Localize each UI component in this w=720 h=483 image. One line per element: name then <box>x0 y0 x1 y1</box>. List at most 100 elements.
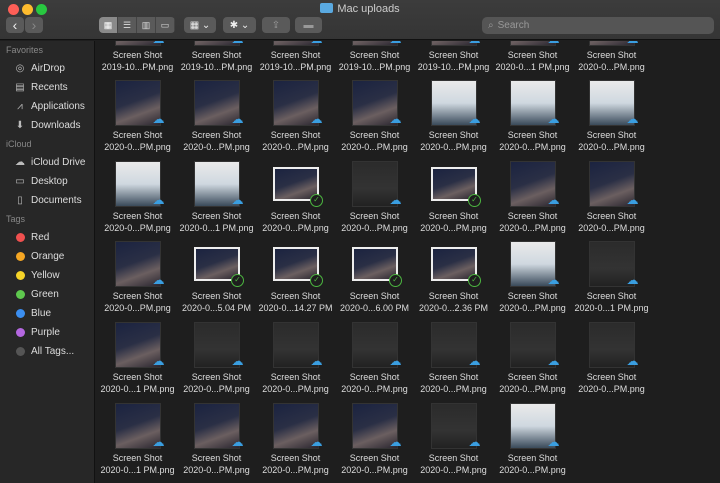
file-item[interactable]: ☁ Screen Shot2020-0...PM.png <box>414 395 493 476</box>
file-item[interactable]: ☁ Screen Shot2020-0...PM.png <box>177 314 256 395</box>
file-name[interactable]: Screen Shot 2020-0...PM.png <box>499 129 566 153</box>
file-item[interactable]: ☁ Screen Shot2019-10...PM.png <box>256 41 335 73</box>
file-name[interactable]: Screen Shot 2020-0...PM.png <box>499 452 566 476</box>
file-name[interactable]: Screen Shot 2019-10...PM.png <box>418 49 490 73</box>
file-item[interactable]: ☁ Screen Shot2020-0...PM.png <box>493 234 572 315</box>
file-item[interactable]: ☁ Screen Shot2020-0...PM.png <box>572 73 651 154</box>
list-view-button[interactable]: ☰ <box>118 17 137 33</box>
file-name[interactable]: Screen Shot 2020-0...1 PM.png <box>495 49 569 73</box>
sidebar-tag-purple[interactable]: Purple <box>0 323 94 342</box>
file-name[interactable]: Screen Shot 2020-0...PM.png <box>420 129 487 153</box>
file-name[interactable]: Screen Shot 2020-0...PM.png <box>420 210 487 234</box>
file-name[interactable]: Screen Shot 2020-0...1 PM.png <box>100 371 174 395</box>
file-item[interactable]: ☁ Screen Shot2020-0...1 PM.png <box>493 41 572 73</box>
sidebar-tag-orange[interactable]: Orange <box>0 247 94 266</box>
file-item[interactable]: ☁ Screen Shot2020-0...PM.png <box>256 314 335 395</box>
file-item[interactable]: ☁ Screen Shot2020-0...PM.png <box>572 314 651 395</box>
file-item[interactable]: ☁ Screen Shot2020-0...PM.png <box>572 41 651 73</box>
file-item[interactable]: ✓ Screen Shot 2020-0...14.27 PM <box>256 234 335 315</box>
file-item[interactable]: ✓ Screen Shot 2020-0...5.04 PM <box>177 234 256 315</box>
file-item[interactable]: ☁ Screen Shot2020-0...1 PM.png <box>177 153 256 234</box>
file-name[interactable]: Screen Shot 2020-0...PM.png <box>420 371 487 395</box>
file-name[interactable]: Screen Shot 2020-0...2.36 PM <box>419 290 488 314</box>
file-name[interactable]: Screen Shot 2020-0...1 PM.png <box>100 452 174 476</box>
file-item[interactable]: ☁ Screen Shot2020-0...PM.png <box>493 314 572 395</box>
file-item[interactable]: ☁ Screen Shot2020-0...1 PM.png <box>98 314 177 395</box>
file-name[interactable]: Screen Shot 2019-10...PM.png <box>339 49 411 73</box>
sidebar-item-applications[interactable]: ⩘ Applications <box>0 97 94 116</box>
file-item[interactable]: ☁ Screen Shot2019-10...PM.png <box>335 41 414 73</box>
file-name[interactable]: Screen Shot 2020-0...PM.png <box>341 371 408 395</box>
file-item[interactable]: ☁ Screen Shot2020-0...PM.png <box>335 395 414 476</box>
file-name[interactable]: Screen Shot 2020-0...1 PM.png <box>574 290 648 314</box>
file-name[interactable]: Screen Shot 2019-10...PM.png <box>260 49 332 73</box>
back-button[interactable]: ‹ <box>6 17 24 33</box>
file-name[interactable]: Screen Shot 2020-0...PM.png <box>183 452 250 476</box>
file-name[interactable]: Screen Shot 2020-0...PM.png <box>262 129 329 153</box>
file-item[interactable]: ☁ Screen Shot2019-10...PM.png <box>177 41 256 73</box>
sidebar-item-airdrop[interactable]: ◎ AirDrop <box>0 59 94 78</box>
sidebar-tag-yellow[interactable]: Yellow <box>0 266 94 285</box>
file-name[interactable]: Screen Shot 2020-0...PM.png <box>578 210 645 234</box>
file-name[interactable]: Screen Shot 2020-0...PM.png <box>262 371 329 395</box>
sidebar-item-documents[interactable]: ▯ Documents <box>0 191 94 210</box>
sidebar-tag-red[interactable]: Red <box>0 228 94 247</box>
file-item[interactable]: ✓ Screen Shot 2020-0...PM.png <box>256 153 335 234</box>
sidebar-tag-green[interactable]: Green <box>0 285 94 304</box>
file-item[interactable]: ✓ Screen Shot 2020-0...PM.png <box>414 153 493 234</box>
file-name[interactable]: Screen Shot 2020-0...PM.png <box>262 452 329 476</box>
file-item[interactable]: ☁ Screen Shot2020-0...PM.png <box>414 314 493 395</box>
sidebar-item-icloud-drive[interactable]: ☁ iCloud Drive <box>0 153 94 172</box>
group-button[interactable]: ▦ ⌄ <box>184 17 216 33</box>
file-item[interactable]: ☁ Screen Shot2020-0...PM.png <box>98 73 177 154</box>
file-item[interactable]: ☁ Screen Shot2020-0...PM.png <box>177 395 256 476</box>
file-item[interactable]: ✓ Screen Shot 2020-0...6.00 PM <box>335 234 414 315</box>
file-name[interactable]: Screen Shot 2019-10...PM.png <box>181 49 253 73</box>
sidebar-item-recents[interactable]: ▤ Recents <box>0 78 94 97</box>
file-item[interactable]: ☁ Screen Shot2020-0...PM.png <box>493 73 572 154</box>
file-item[interactable]: ☁ Screen Shot2019-10...PM.png <box>98 41 177 73</box>
gallery-view-button[interactable]: ▭ <box>156 17 175 33</box>
sidebar-tag-blue[interactable]: Blue <box>0 304 94 323</box>
file-name[interactable]: Screen Shot 2020-0...PM.png <box>104 210 171 234</box>
sidebar-tag-all-tags-[interactable]: All Tags... <box>0 342 94 361</box>
file-item[interactable]: ☁ Screen Shot2020-0...PM.png <box>414 73 493 154</box>
file-name[interactable]: Screen Shot 2019-10...PM.png <box>102 49 174 73</box>
file-item[interactable]: ☁ Screen Shot2020-0...PM.png <box>493 395 572 476</box>
tag-button[interactable]: ▬ <box>295 17 322 33</box>
column-view-button[interactable]: ▥ <box>137 17 156 33</box>
icon-view-button[interactable]: ▦ <box>99 17 118 33</box>
forward-button[interactable]: › <box>25 17 43 33</box>
file-name[interactable]: Screen Shot 2020-0...PM.png <box>104 129 171 153</box>
sidebar-item-desktop[interactable]: ▭ Desktop <box>0 172 94 191</box>
file-name[interactable]: Screen Shot 2020-0...PM.png <box>578 49 645 73</box>
file-item[interactable]: ☁ Screen Shot2020-0...PM.png <box>335 153 414 234</box>
sidebar-item-downloads[interactable]: ⬇ Downloads <box>0 116 94 135</box>
file-name[interactable]: Screen Shot 2020-0...PM.png <box>183 129 250 153</box>
file-item[interactable]: ☁ Screen Shot2020-0...PM.png <box>256 395 335 476</box>
file-item[interactable]: ☁ Screen Shot2020-0...PM.png <box>177 73 256 154</box>
file-item[interactable]: ☁ Screen Shot2020-0...1 PM.png <box>98 395 177 476</box>
file-name[interactable]: Screen Shot 2020-0...PM.png <box>183 371 250 395</box>
file-item[interactable]: ✓ Screen Shot 2020-0...2.36 PM <box>414 234 493 315</box>
file-name[interactable]: Screen Shot 2020-0...5.04 PM <box>182 290 251 314</box>
file-item[interactable]: ☁ Screen Shot2020-0...PM.png <box>572 153 651 234</box>
file-name[interactable]: Screen Shot 2020-0...PM.png <box>341 129 408 153</box>
file-item[interactable]: ☁ Screen Shot2019-10...PM.png <box>414 41 493 73</box>
file-name[interactable]: Screen Shot 2020-0...1 PM.png <box>179 210 253 234</box>
file-name[interactable]: Screen Shot 2020-0...PM.png <box>578 129 645 153</box>
search-field[interactable]: ⌕ <box>482 17 714 34</box>
file-item[interactable]: ☁ Screen Shot2020-0...PM.png <box>98 234 177 315</box>
file-item[interactable]: ☁ Screen Shot2020-0...PM.png <box>493 153 572 234</box>
file-name[interactable]: Screen Shot 2020-0...PM.png <box>262 210 329 234</box>
file-item[interactable]: ☁ Screen Shot2020-0...1 PM.png <box>572 234 651 315</box>
file-item[interactable]: ☁ Screen Shot2020-0...PM.png <box>335 73 414 154</box>
file-name[interactable]: Screen Shot 2020-0...PM.png <box>341 452 408 476</box>
file-name[interactable]: Screen Shot 2020-0...PM.png <box>341 210 408 234</box>
file-name[interactable]: Screen Shot 2020-0...PM.png <box>420 452 487 476</box>
action-gear-button[interactable]: ✱ ⌄ <box>223 17 256 33</box>
search-input[interactable] <box>497 20 698 31</box>
file-name[interactable]: Screen Shot 2020-0...6.00 PM <box>340 290 409 314</box>
file-name[interactable]: Screen Shot 2020-0...PM.png <box>104 290 171 314</box>
file-item[interactable]: ☁ Screen Shot2020-0...PM.png <box>98 153 177 234</box>
